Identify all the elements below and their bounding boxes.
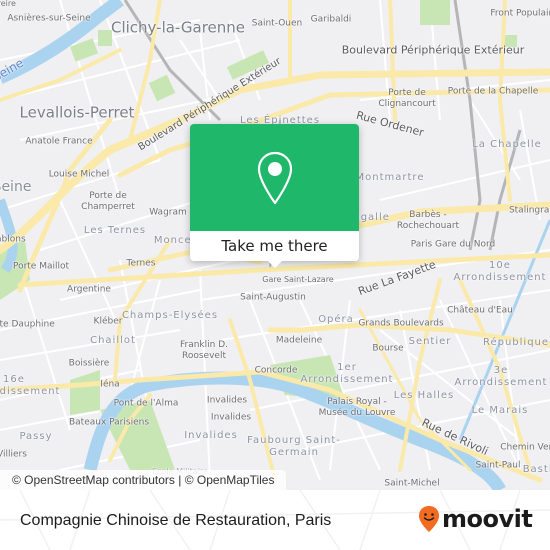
place-label: Iéna: [100, 379, 120, 390]
place-label: Saint-Paul: [475, 460, 521, 471]
place-label: Grands Boulevards: [358, 318, 444, 329]
place-label: Garibaldi: [310, 14, 352, 25]
place-label: Argentine: [67, 284, 111, 295]
place-label: Palais Royal - Musée du Louvre: [318, 397, 396, 418]
popup-pointer: [267, 261, 282, 268]
place-label: Porte de la Chapelle: [447, 86, 539, 97]
district-label: Passy: [19, 431, 53, 442]
place-label: Barbès - Rochechouart: [396, 210, 460, 231]
map-pin-icon: [257, 151, 292, 205]
district-label: 1er Arrondissement: [300, 362, 394, 385]
district-label: Faubourg Saint- Germain: [247, 435, 341, 458]
moovit-smiley-pin-icon: [419, 506, 439, 532]
district-label: République: [482, 337, 550, 348]
district-label: Les Ternes: [83, 225, 147, 236]
road-label: Boulevard Périphérique Extérieur: [341, 43, 525, 57]
place-label: Anatole France: [25, 136, 93, 147]
place-label: Bateaux Parisiens: [68, 417, 150, 428]
map[interactable]: Clichy-la-Garenne Levallois-Perret Seine…: [0, 0, 550, 490]
destination-popup: Take me there: [190, 124, 359, 268]
place-label: Porte de Champerret: [81, 191, 135, 212]
place-label: Porte Maillot: [12, 261, 70, 272]
moovit-wordmark: moovit: [442, 505, 533, 533]
district-label: Champs-Elysées: [121, 310, 219, 321]
place-label: Paris Gare du Nord: [410, 239, 496, 250]
district-label: Montmartre: [355, 172, 425, 183]
place-label: Concorde: [254, 365, 298, 376]
place-label: Villiers: [0, 449, 27, 460]
district-label: Chaillot: [90, 335, 136, 346]
map-attribution[interactable]: © OpenStreetMap contributors | © OpenMap…: [0, 470, 287, 490]
park-martin-luther-king: [148, 74, 176, 102]
place-label: Porte Dauphine: [0, 319, 55, 330]
location-title: Compagnie Chinoise de Restauration, Pari…: [20, 512, 332, 529]
place-label: Sablons: [0, 234, 26, 245]
place-label: Porte de Clignancourt: [378, 88, 436, 109]
moovit-logo[interactable]: moovit: [418, 505, 533, 533]
district-label: 3e Arrondissement: [454, 365, 548, 388]
place-label: Pont de l'Alma: [113, 398, 179, 409]
place-label: Franklin D. Roosevelt: [179, 340, 229, 361]
place-label: Château d'Eau: [447, 305, 513, 316]
place-label: Boissière: [68, 358, 110, 369]
district-label: La Chapelle: [472, 139, 542, 150]
popup-header: [190, 124, 359, 231]
park-trocadero: [70, 370, 100, 415]
place-label: Saint-Augustin: [240, 292, 306, 303]
city-label: Clichy-la-Garenne: [110, 18, 246, 37]
place-label: Bourse: [372, 343, 404, 354]
take-me-there-button[interactable]: Take me there: [190, 231, 359, 261]
place-label: Ternes: [126, 258, 156, 269]
district-label: Invalides: [184, 430, 238, 441]
place-label: Louise Michel: [48, 169, 110, 180]
park-saint-ouen: [420, 0, 450, 25]
place-label: Saint-Michel: [384, 478, 440, 489]
district-label: 10e Arrondissement: [453, 260, 547, 283]
road-la-chapelle: [497, 0, 512, 202]
place-label: Gare Saint-Lazare: [262, 275, 334, 284]
place-label: Pereire: [0, 0, 16, 8]
place-label: Madeleine: [275, 335, 323, 346]
park-clichy: [98, 30, 112, 46]
district-label: Les Halles: [393, 390, 455, 401]
city-label: Levallois-Perret: [19, 103, 135, 122]
place-label: Front Populaire: [490, 8, 550, 19]
place-label: Invalides: [206, 395, 248, 406]
district-label: Opéra: [318, 314, 354, 325]
place-label: Asnières-sur-Seine: [7, 13, 91, 24]
place-label: Saint-Ouen: [251, 18, 303, 29]
place-label: Bastille: [522, 464, 550, 475]
place-label: Stalingrad: [508, 205, 550, 216]
water-label: Seine: [0, 179, 32, 195]
place-label: Wagram: [149, 207, 187, 218]
place-label: Kléber: [93, 316, 123, 327]
place-label: Invalides: [210, 412, 252, 423]
district-label: Sentier: [408, 336, 452, 347]
place-label: Chemin Vert: [500, 442, 550, 453]
district-label: Le Marais: [471, 405, 529, 416]
district-label: 16e Arrondissement: [0, 374, 61, 397]
